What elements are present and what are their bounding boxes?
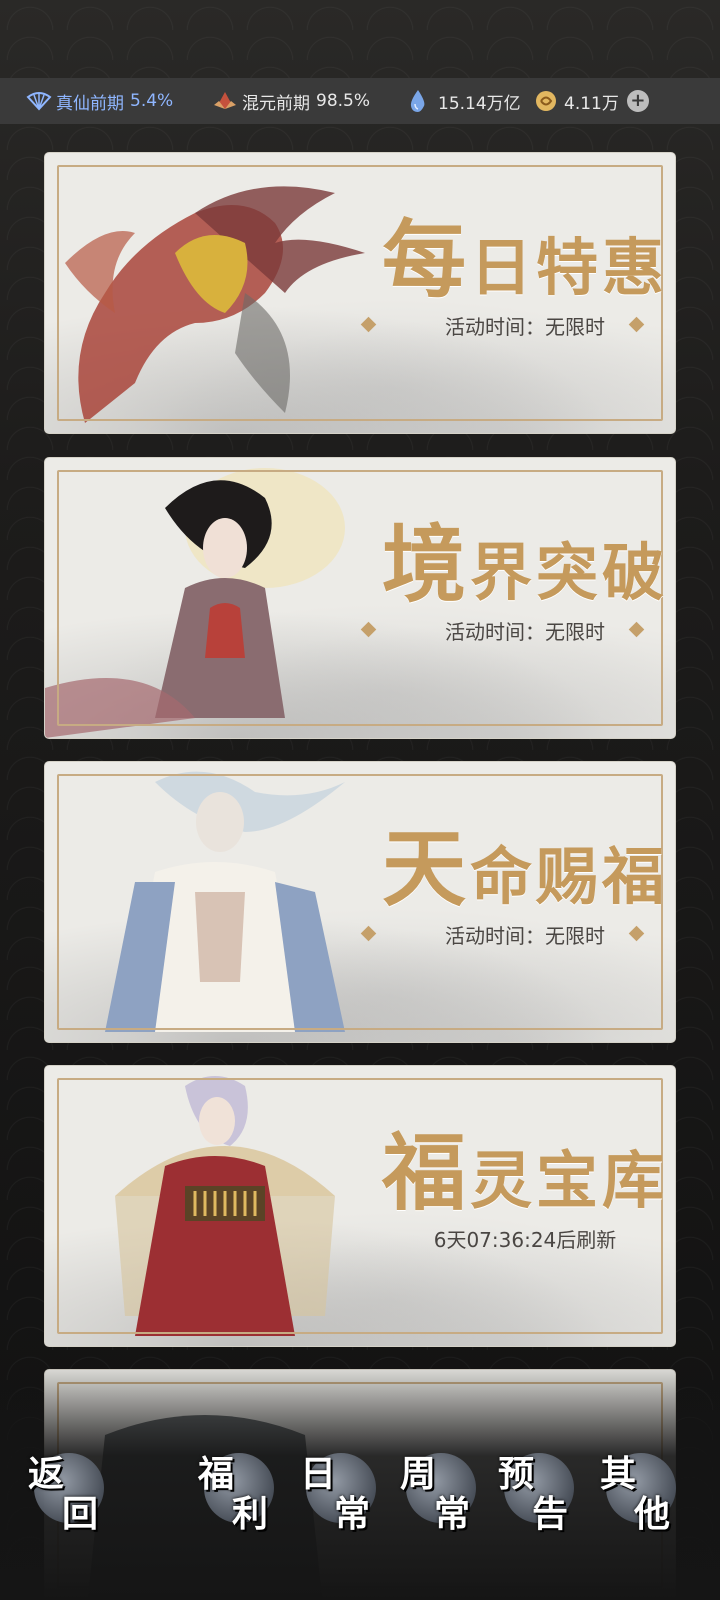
nav-label-char2: 常 [334, 1493, 371, 1535]
lotus-icon [212, 89, 236, 113]
coin-resource[interactable]: 4.11万 + [534, 78, 649, 124]
body-realm-label: 混元前期 [242, 93, 310, 114]
water-drop-icon [408, 89, 432, 113]
card-realm-breakthrough[interactable]: 境界突破 活动时间：无限时 [45, 458, 675, 738]
nav-tab-welfare[interactable]: 福 利 [198, 1445, 284, 1535]
nav-tab-daily[interactable]: 日 常 [300, 1445, 386, 1535]
card-title: 每日特惠 [365, 193, 675, 314]
card-title-rest: 命赐福 [470, 840, 669, 913]
nav-label-char1: 其 [600, 1453, 637, 1495]
add-coin-button[interactable]: + [626, 90, 649, 112]
nav-label-char1: 返 [28, 1453, 65, 1495]
body-realm-resource[interactable]: 混元前期 98.5% [212, 78, 370, 124]
nav-label-char1: 周 [400, 1453, 437, 1495]
nav-tab-other[interactable]: 其 他 [600, 1445, 686, 1535]
realm-percent: 5.4% [130, 91, 174, 111]
card-title-first: 每 [381, 210, 470, 309]
spirit-water-resource[interactable]: 15.14万亿 [408, 78, 521, 124]
card-title: 境界突破 [365, 498, 675, 619]
card-treasure-vault[interactable]: 福灵宝库 6天07:36:24后刷新 [45, 1066, 675, 1346]
resource-bar: 真仙前期 5.4% 混元前期 98.5% 15.14万亿 4.11万 + [0, 78, 720, 124]
card-title-rest: 界突破 [470, 536, 669, 609]
card-subtitle: 6天07:36:24后刷新 [433, 1228, 617, 1252]
spirit-water-value: 15.14万亿 [438, 93, 521, 114]
nav-label-char1: 福 [198, 1453, 235, 1495]
card-title-rest: 日特惠 [470, 231, 669, 304]
card-title-first: 天 [381, 819, 470, 918]
nav-label-char2: 利 [232, 1493, 269, 1535]
nav-label-char2: 常 [434, 1493, 471, 1535]
fan-icon [26, 89, 52, 113]
nav-back-button[interactable]: 返 回 [28, 1445, 114, 1535]
nav-label-char2: 他 [634, 1493, 671, 1535]
card-title-first: 境 [381, 515, 470, 614]
card-heavenly-blessing[interactable]: 天命赐福 活动时间：无限时 [45, 762, 675, 1042]
nav-tab-preview[interactable]: 预 告 [498, 1445, 584, 1535]
card-title: 福灵宝库 [365, 1106, 675, 1227]
nav-tab-weekly[interactable]: 周 常 [400, 1445, 486, 1535]
nav-label-char2: 告 [532, 1493, 569, 1535]
nav-label-char1: 预 [498, 1453, 535, 1495]
card-title-rest: 灵宝库 [470, 1144, 669, 1217]
realm-label: 真仙前期 [56, 93, 124, 114]
realm-resource[interactable]: 真仙前期 5.4% [26, 78, 173, 124]
coin-icon [534, 89, 558, 113]
card-title: 天命赐福 [365, 802, 675, 923]
nav-label-char1: 日 [300, 1453, 337, 1495]
body-realm-percent: 98.5% [316, 91, 371, 111]
card-daily-deal[interactable]: 每日特惠 活动时间：无限时 [45, 153, 675, 433]
nav-label-char2: 回 [62, 1493, 99, 1535]
coin-value: 4.11万 [564, 93, 619, 114]
card-title-first: 福 [381, 1123, 470, 1222]
